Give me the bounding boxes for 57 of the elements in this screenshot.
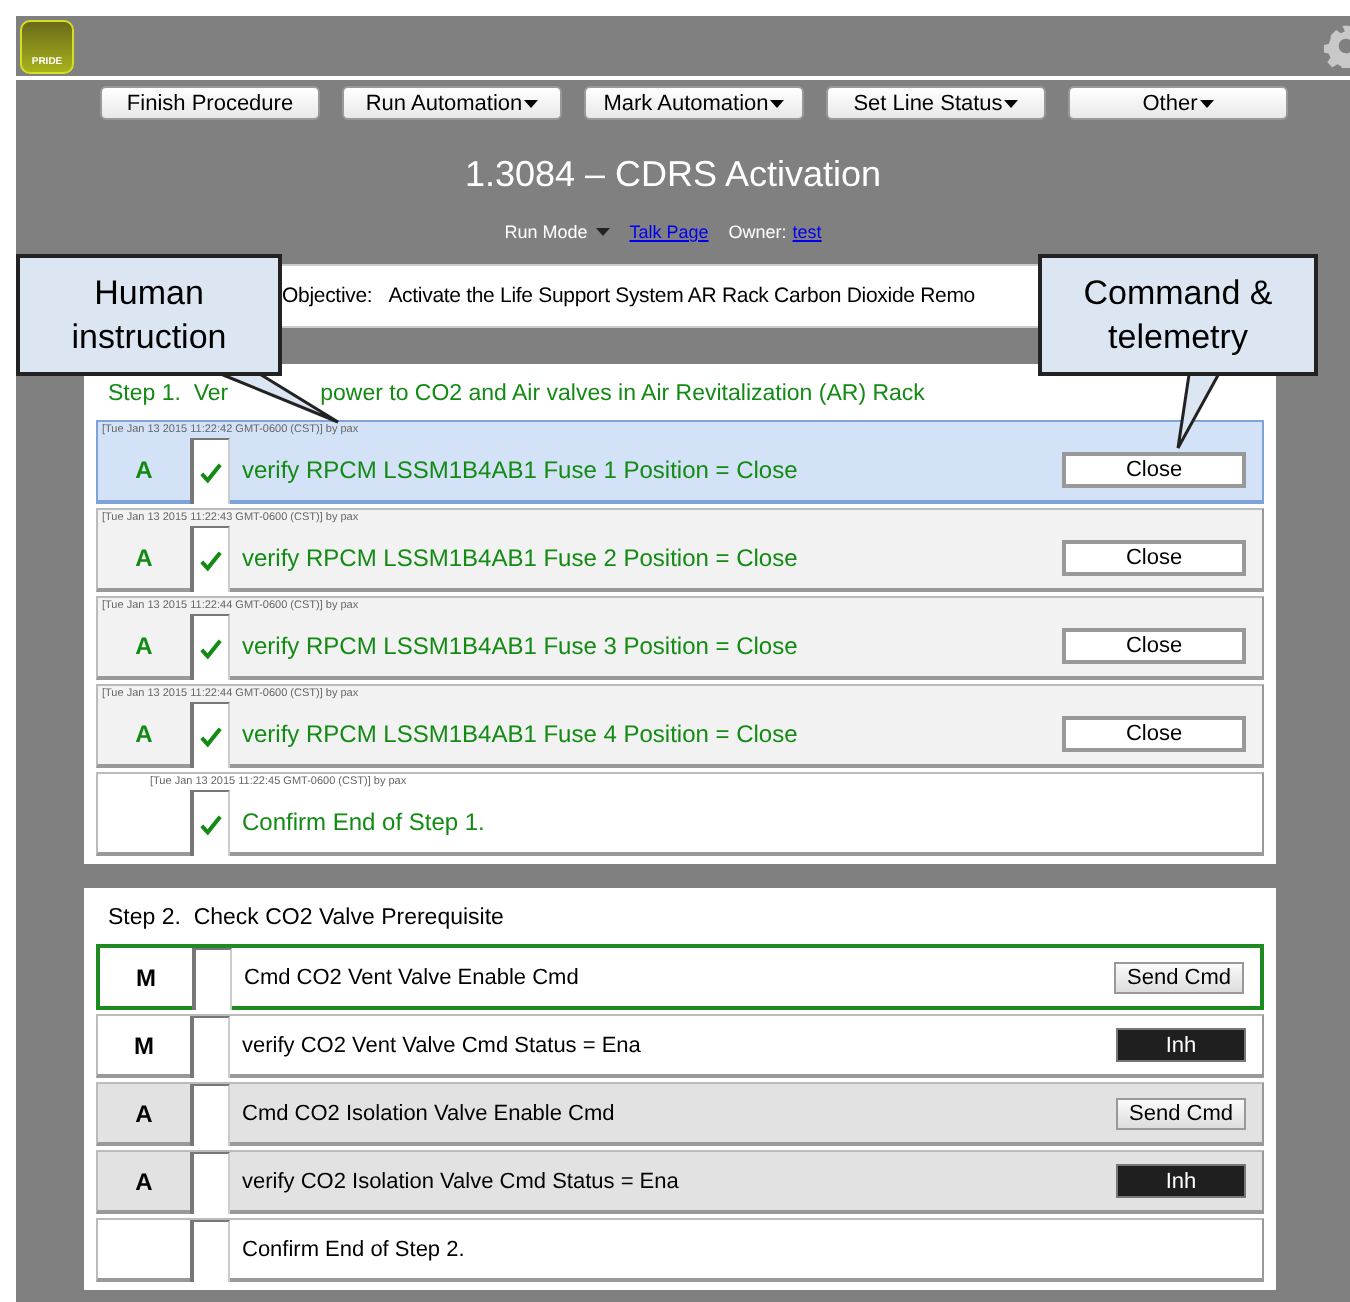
step-checkbox[interactable] — [190, 526, 230, 592]
step-checkbox[interactable] — [190, 1084, 230, 1146]
procedure-step-row[interactable]: A verify CO2 Isolation Valve Cmd Status = Ena Inh — [96, 1150, 1264, 1214]
status-indicator[interactable]: Inh — [1116, 1028, 1246, 1062]
check-icon — [200, 461, 222, 483]
step-checkbox[interactable] — [190, 1016, 230, 1078]
instruction-text: verify CO2 Isolation Valve Cmd Status = Ena — [240, 1167, 681, 1197]
instruction-text: verify RPCM LSSM1B4AB1 Fuse 4 Position = Close — [240, 717, 800, 751]
send-command-button[interactable]: Send Cmd — [1116, 1097, 1246, 1129]
check-icon — [200, 549, 222, 571]
procedure-title: 1.3084 – CDRS Activation — [462, 154, 884, 196]
instruction-text: verify RPCM LSSM1B4AB1 Fuse 1 Position = Close — [240, 453, 800, 487]
instruction-text: verify RPCM LSSM1B4AB1 Fuse 2 Position = Close — [240, 541, 800, 575]
caret-icon — [1004, 99, 1019, 107]
instruction-text: Confirm End of Step 1. — [240, 805, 487, 839]
check-icon — [200, 637, 222, 659]
step-title: power to CO2 and Air valves in Air Revitalization (AR) Rack — [320, 382, 925, 406]
toolbar-button[interactable]: Set Line Status — [826, 86, 1046, 120]
procedure-step-row[interactable]: M verify CO2 Vent Valve Cmd Status = Ena Inh — [96, 1014, 1264, 1078]
callout: Command & telemetry — [1038, 254, 1318, 376]
procedure-step-row[interactable]: Confirm End of Step 2. — [96, 1218, 1264, 1282]
value-button[interactable]: Close — [1062, 627, 1246, 663]
toolbar-button[interactable]: Other — [1068, 86, 1288, 120]
instruction-text: verify RPCM LSSM1B4AB1 Fuse 3 Position = Close — [240, 629, 800, 663]
caret-icon — [1199, 99, 1214, 107]
run-mode-menu[interactable]: Run Mode — [504, 222, 610, 242]
value-button[interactable]: Close — [1062, 715, 1246, 751]
procedure-step-row[interactable]: M Cmd CO2 Vent Valve Enable Cmd Send Cmd — [96, 944, 1264, 1010]
procedure-step-row[interactable]: A Cmd CO2 Isolation Valve Enable Cmd Send Cmd — [96, 1082, 1264, 1146]
step-checkbox[interactable] — [190, 614, 230, 680]
objective-label: Objective: — [282, 284, 373, 308]
check-icon — [200, 813, 222, 835]
step-checkbox[interactable] — [190, 1220, 230, 1282]
check-icon — [200, 725, 222, 747]
instruction-text: Cmd CO2 Vent Valve Enable Cmd — [242, 963, 581, 993]
step-checkbox[interactable] — [190, 438, 230, 504]
value-button[interactable]: Close — [1062, 539, 1246, 575]
toolbar-button[interactable]: Finish Procedure — [100, 86, 320, 120]
caret-icon — [595, 228, 610, 236]
instruction-text: verify CO2 Vent Valve Cmd Status = Ena — [240, 1031, 643, 1061]
step-checkbox[interactable] — [190, 702, 230, 768]
toolbar-button[interactable]: Run Automation — [342, 86, 562, 120]
value-button[interactable]: Close — [1062, 451, 1246, 487]
send-command-button[interactable]: Send Cmd — [1114, 961, 1244, 993]
step-title: Step 1. Ver — [108, 382, 229, 406]
step-checkbox[interactable] — [190, 1152, 230, 1214]
toolbar-button[interactable]: Mark Automation — [584, 86, 804, 120]
caret-icon — [770, 99, 785, 107]
objective-text: Activate the Life Support System AR Rack Carbon Dioxide Remo — [388, 284, 975, 308]
step-title: Step 2. Check CO2 Valve Prerequisite — [108, 906, 504, 930]
step-checkbox[interactable] — [192, 948, 232, 1010]
step-checkbox[interactable] — [190, 790, 230, 856]
instruction-text: Confirm End of Step 2. — [240, 1235, 467, 1265]
owner-label: Owner: — [728, 222, 787, 242]
status-indicator[interactable]: Inh — [1116, 1164, 1246, 1198]
caret-icon — [524, 99, 539, 107]
instruction-text: Cmd CO2 Isolation Valve Enable Cmd — [240, 1099, 617, 1129]
